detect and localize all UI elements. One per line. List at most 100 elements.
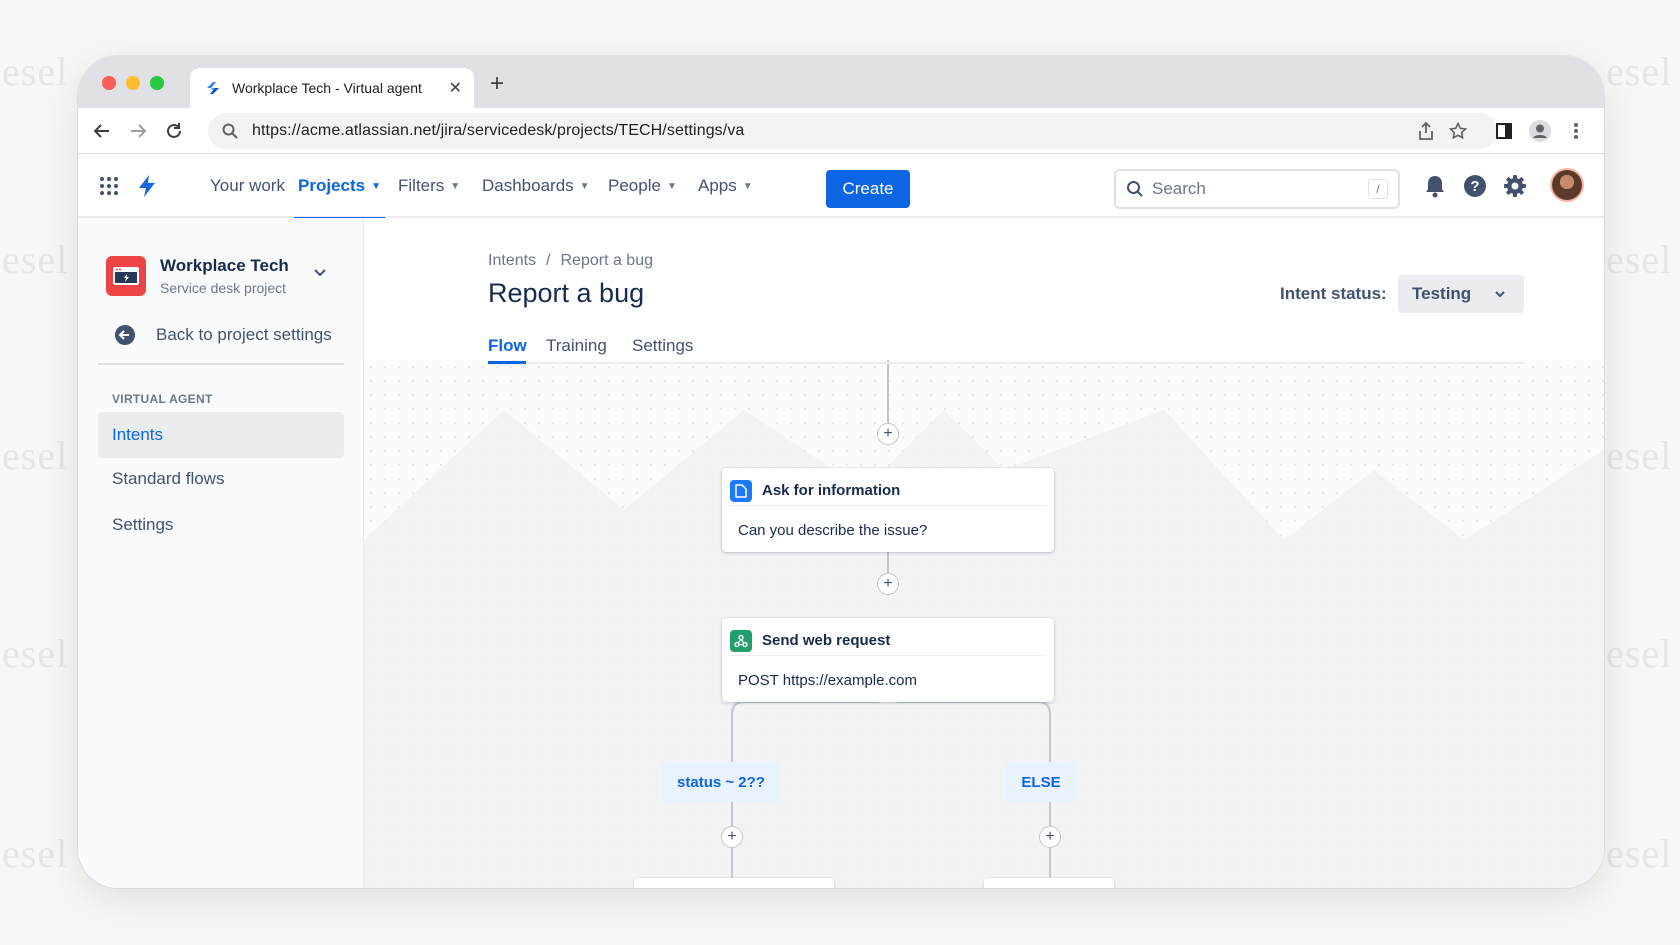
browser-toolbar: https://acme.atlassian.net/jira/serviced… bbox=[78, 108, 1604, 154]
breadcrumb-intents-link[interactable]: Intents bbox=[488, 252, 536, 269]
watermark: esel bbox=[1606, 631, 1673, 676]
jira-logo-icon[interactable] bbox=[134, 173, 160, 199]
node-header: Send web request bbox=[730, 626, 1046, 656]
watermark: esel bbox=[2, 433, 69, 478]
chevron-down-icon: ▼ bbox=[371, 180, 381, 192]
top-navigation: Your work Projects ▼ Filters ▼ Dashboard… bbox=[78, 154, 1604, 220]
side-panel-icon[interactable] bbox=[1492, 119, 1516, 143]
user-avatar[interactable] bbox=[1552, 170, 1582, 200]
intent-status-dropdown[interactable]: Testing bbox=[1398, 275, 1524, 313]
flow-node-ask-for-information[interactable]: Ask for information Can you describe the… bbox=[722, 468, 1054, 552]
browser-tab[interactable]: Workplace Tech - Virtual agent ✕ bbox=[190, 68, 474, 108]
watermark: esel bbox=[1606, 237, 1673, 282]
nav-projects[interactable]: Projects ▼ bbox=[294, 154, 385, 220]
chevron-down-icon: ▼ bbox=[579, 180, 590, 192]
intent-status-label: Intent status: bbox=[1280, 284, 1387, 303]
document-icon bbox=[730, 479, 752, 502]
add-step-button[interactable]: + bbox=[1039, 826, 1061, 848]
chevron-down-icon bbox=[1495, 291, 1505, 298]
new-tab-button[interactable]: + bbox=[490, 72, 504, 96]
sidebar-item-intents[interactable]: Intents bbox=[98, 412, 344, 458]
minimize-window-button[interactable] bbox=[126, 76, 140, 90]
sidebar-divider bbox=[98, 363, 344, 365]
tab-flow[interactable]: Flow bbox=[488, 336, 527, 356]
project-name: Workplace Tech bbox=[160, 256, 289, 275]
url-text: https://acme.atlassian.net/jira/serviced… bbox=[252, 122, 745, 139]
node-header: Ask for information bbox=[730, 476, 1046, 506]
nav-label: Dashboards bbox=[482, 176, 574, 195]
flow-node-partial[interactable] bbox=[634, 878, 834, 888]
watermark: esel bbox=[1606, 433, 1673, 478]
add-step-button[interactable]: + bbox=[877, 573, 899, 595]
settings-gear-icon[interactable] bbox=[1502, 173, 1528, 199]
share-icon[interactable] bbox=[1414, 119, 1438, 143]
chevron-down-icon[interactable] bbox=[312, 264, 328, 285]
svg-text:?: ? bbox=[1470, 178, 1479, 195]
flow-node-send-web-request[interactable]: Send web request POST https://example.co… bbox=[722, 618, 1054, 702]
back-arrow-icon[interactable] bbox=[90, 119, 114, 143]
bookmark-star-icon[interactable] bbox=[1446, 119, 1470, 143]
breadcrumb-current[interactable]: Report a bug bbox=[560, 252, 653, 269]
breadcrumb: Intents / Report a bug bbox=[488, 252, 653, 270]
breadcrumb-separator: / bbox=[546, 252, 551, 269]
page-title: Report a bug bbox=[488, 278, 645, 308]
sidebar-item-label: Settings bbox=[112, 515, 174, 534]
project-icon bbox=[106, 256, 146, 296]
watermark: esel bbox=[1606, 49, 1673, 94]
search-placeholder: Search bbox=[1152, 179, 1206, 198]
app-switcher-icon[interactable] bbox=[96, 173, 122, 199]
main-content: Intents / Report a bug Report a bug Intent… bbox=[364, 218, 1604, 888]
webhook-icon bbox=[730, 629, 752, 652]
tab-close-icon[interactable]: ✕ bbox=[449, 78, 462, 98]
reload-icon[interactable] bbox=[162, 119, 186, 143]
address-bar[interactable]: https://acme.atlassian.net/jira/serviced… bbox=[208, 113, 1498, 149]
node-body: POST https://example.com bbox=[738, 672, 917, 689]
node-title: Ask for information bbox=[762, 482, 901, 499]
add-step-button[interactable]: + bbox=[877, 423, 899, 445]
watermark: esel bbox=[1606, 831, 1673, 876]
active-tab-indicator bbox=[488, 361, 526, 364]
tab-settings[interactable]: Settings bbox=[632, 336, 693, 356]
nav-label: Filters bbox=[398, 176, 445, 195]
sidebar-item-standard-flows[interactable]: Standard flows bbox=[98, 456, 344, 502]
nav-people[interactable]: People ▼ bbox=[608, 154, 677, 218]
forward-arrow-icon[interactable] bbox=[126, 119, 150, 143]
profile-icon[interactable] bbox=[1528, 119, 1552, 143]
sidebar-item-label: Intents bbox=[112, 425, 164, 444]
notifications-bell-icon[interactable] bbox=[1422, 173, 1448, 199]
maximize-window-button[interactable] bbox=[150, 76, 164, 90]
tab-title: Workplace Tech - Virtual agent bbox=[232, 80, 422, 96]
intent-tabs: Flow Training Settings bbox=[488, 328, 1524, 364]
branch-condition-status[interactable]: status ~ 2?? bbox=[662, 762, 780, 802]
watermark: esel bbox=[2, 49, 69, 94]
nav-filters[interactable]: Filters ▼ bbox=[398, 154, 460, 218]
tab-training[interactable]: Training bbox=[546, 336, 607, 356]
node-body: Can you describe the issue? bbox=[738, 522, 928, 539]
nav-your-work[interactable]: Your work bbox=[210, 154, 285, 218]
nav-apps[interactable]: Apps ▼ bbox=[698, 154, 753, 218]
back-to-project-settings-link[interactable]: Back to project settings bbox=[114, 324, 332, 346]
watermark: esel bbox=[2, 631, 69, 676]
nav-dashboards[interactable]: Dashboards ▼ bbox=[482, 154, 590, 218]
help-icon[interactable]: ? bbox=[1462, 173, 1488, 199]
sidebar-section-heading: VIRTUAL AGENT bbox=[112, 392, 213, 406]
more-menu-icon[interactable] bbox=[1564, 119, 1588, 143]
create-button[interactable]: Create bbox=[826, 170, 910, 208]
sidebar-item-settings[interactable]: Settings bbox=[98, 502, 344, 548]
intent-status-value: Testing bbox=[1412, 284, 1472, 303]
branch-condition-else[interactable]: ELSE bbox=[1006, 762, 1076, 802]
browser-window: Workplace Tech - Virtual agent ✕ + https… bbox=[78, 56, 1604, 888]
node-title: Send web request bbox=[762, 632, 891, 649]
chevron-down-icon: ▼ bbox=[742, 180, 753, 192]
flow-node-partial[interactable] bbox=[984, 878, 1114, 888]
close-window-button[interactable] bbox=[102, 76, 116, 90]
jira-service-icon bbox=[207, 82, 219, 94]
tab-strip: Workplace Tech - Virtual agent ✕ + bbox=[78, 56, 1604, 108]
nav-label: People bbox=[608, 176, 661, 195]
nav-label: Your work bbox=[210, 176, 285, 195]
add-step-button[interactable]: + bbox=[721, 826, 743, 848]
search-input[interactable]: Search / bbox=[1114, 169, 1400, 209]
search-icon bbox=[222, 123, 238, 139]
sidebar-item-label: Standard flows bbox=[112, 469, 225, 488]
chevron-down-icon: ▼ bbox=[666, 180, 677, 192]
